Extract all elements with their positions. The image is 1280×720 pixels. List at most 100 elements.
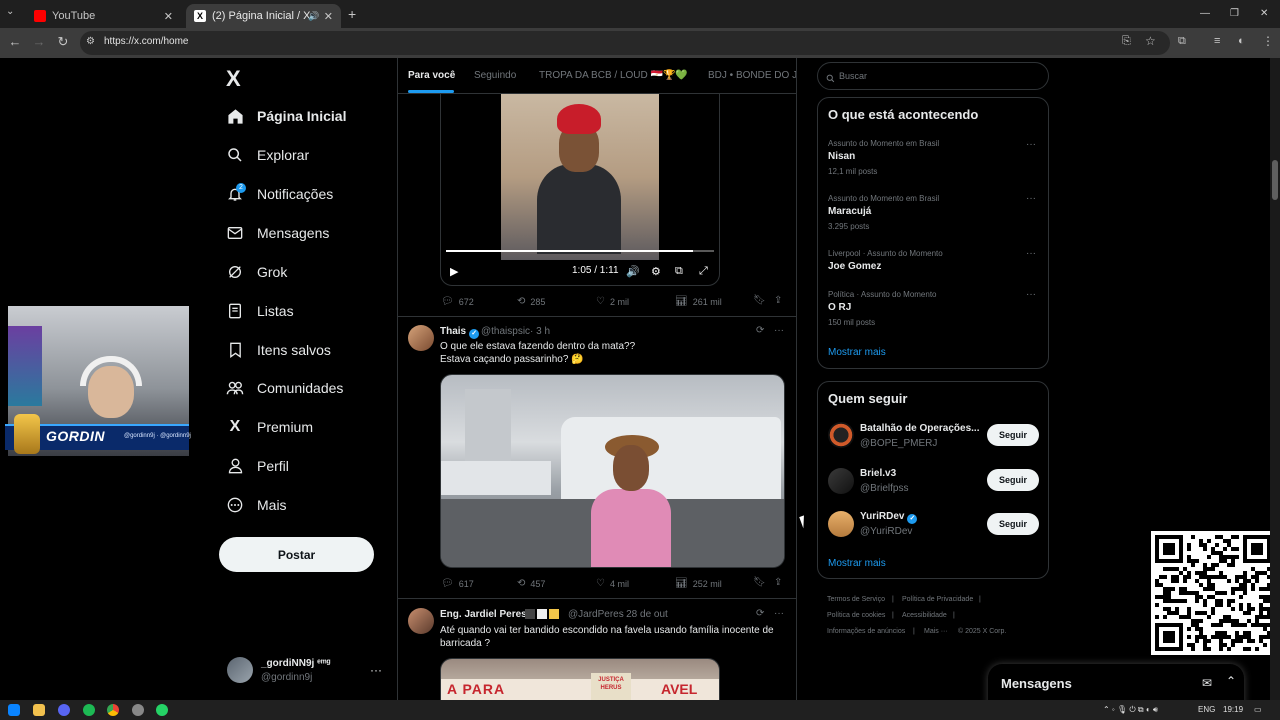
tray-icons[interactable]: ⌃ ◦ 🎙︎ ⏻ ⧉ ◐ 🔊︎ — [1103, 705, 1158, 715]
footer-more-link[interactable]: Mais ··· — [924, 628, 948, 635]
footer-terms-link[interactable]: Termos de Serviço — [827, 596, 885, 603]
chrome-icon[interactable] — [107, 704, 119, 716]
speaker-icon[interactable]: 🔊 — [308, 11, 319, 22]
fullscreen-icon[interactable]: ⤢ — [699, 265, 708, 278]
tab-x-home[interactable]: X (2) Página Inicial / X 🔊 ✕ — [186, 4, 341, 28]
trends-show-more-link[interactable]: Mostrar mais — [828, 347, 886, 358]
sidebar-item-lists[interactable]: Listas — [226, 296, 294, 326]
close-icon[interactable]: ✕ — [324, 10, 333, 23]
follow-suggestion-name[interactable]: YuriRDev ✓ — [860, 511, 980, 524]
tab-search-button[interactable]: ⌄ — [6, 6, 14, 17]
sidebar-item-profile[interactable]: Perfil — [226, 451, 289, 481]
sidebar-item-home[interactable]: Página Inicial — [226, 101, 346, 131]
file-explorer-icon[interactable] — [33, 704, 45, 716]
tweet-menu-icon[interactable]: ··· — [774, 608, 784, 619]
new-message-icon[interactable]: ✉ — [1202, 676, 1212, 690]
sidebar-item-messages[interactable]: Mensagens — [226, 218, 329, 248]
windows-start-icon[interactable] — [8, 704, 20, 716]
tweet-author-handle[interactable]: @thaispsic — [481, 326, 530, 337]
bookmark-button[interactable]: 🔖︎ — [753, 577, 771, 588]
views-button[interactable]: 📊︎ 261 mil — [675, 296, 722, 307]
whatsapp-icon[interactable] — [156, 704, 168, 716]
sidebar-item-premium[interactable]: X Premium — [226, 412, 313, 442]
repost-button[interactable]: ⟲ 457 — [517, 578, 545, 589]
trend-menu-icon[interactable]: ··· — [1026, 248, 1036, 259]
tab-for-you[interactable]: Para você — [408, 70, 455, 81]
reply-button[interactable]: 💬︎ 672 — [441, 296, 474, 307]
profile-icon[interactable]: ◐ — [1238, 35, 1245, 47]
footer-accessibility-link[interactable]: Acessibilidade — [902, 612, 947, 619]
tweet-author-name[interactable]: Thais ✓ — [440, 326, 480, 339]
reply-button[interactable]: 💬︎ 617 — [441, 578, 474, 589]
volume-icon[interactable]: 🔊 — [626, 265, 640, 278]
tweet-menu-icon[interactable]: ··· — [774, 325, 784, 336]
clock[interactable]: 19:19 — [1223, 705, 1243, 714]
menu-icon[interactable]: ⋮ — [1262, 34, 1274, 48]
play-icon[interactable]: ▶ — [450, 265, 458, 278]
tab-list-bdj[interactable]: BDJ • BONDE DO JO — [708, 70, 796, 81]
sidebar-item-more[interactable]: Mais — [226, 490, 287, 520]
page-scrollbar[interactable] — [1270, 58, 1280, 700]
minimize-button[interactable]: — — [1200, 8, 1210, 19]
account-menu-icon[interactable]: ··· — [370, 663, 382, 677]
sidebar-item-grok[interactable]: Grok — [226, 257, 287, 287]
restore-button[interactable]: ❐ — [1230, 8, 1239, 19]
url-text[interactable]: https://x.com/home — [104, 36, 188, 47]
chevron-up-icon[interactable]: ⌃ — [1226, 674, 1236, 688]
settings-icon[interactable]: ⚙ — [651, 265, 661, 278]
avatar[interactable] — [828, 468, 854, 494]
sidebar-item-explore[interactable]: Explorar — [226, 140, 309, 170]
tab-following[interactable]: Seguindo — [474, 70, 516, 81]
follow-show-more-link[interactable]: Mostrar mais — [828, 558, 886, 569]
sidebar-item-communities[interactable]: Comunidades — [226, 373, 343, 403]
tab-list-tropa[interactable]: TROPA DA BCB / LOUD 🇪🇬🏆💚 — [539, 70, 688, 81]
footer-privacy-link[interactable]: Política de Privacidade — [902, 596, 973, 603]
avatar[interactable] — [227, 657, 253, 683]
footer-cookies-link[interactable]: Política de cookies — [827, 612, 885, 619]
share-button[interactable]: ⇪ — [774, 577, 787, 588]
close-icon[interactable]: ✕ — [164, 10, 173, 23]
follow-suggestion-name[interactable]: Briel.v3 — [860, 468, 980, 479]
site-info-icon[interactable]: ⚙ — [86, 36, 95, 47]
trend-menu-icon[interactable]: ··· — [1026, 139, 1036, 150]
avatar[interactable] — [408, 325, 434, 351]
footer-ads-link[interactable]: Informações de anúncios — [827, 628, 905, 635]
follow-suggestion-name[interactable]: Batalhão de Operações... — [860, 423, 980, 434]
tweet-author-name[interactable]: Eng. Jardiel Peres — [440, 609, 527, 620]
avatar[interactable] — [828, 422, 854, 448]
install-app-icon[interactable]: ⎘ — [1122, 35, 1131, 48]
sidebar-item-bookmarks[interactable]: Itens salvos — [226, 335, 331, 365]
like-button[interactable]: ♡ 4 mil — [596, 578, 629, 589]
tab-youtube[interactable]: YouTube ✕ — [26, 4, 181, 28]
profile-name[interactable]: _gordiNN9j ᵉᵐᵍ — [261, 658, 330, 669]
trend-name[interactable]: Maracujá — [828, 206, 871, 217]
forward-button[interactable]: → — [30, 34, 48, 49]
trend-name[interactable]: Joe Gomez — [828, 261, 881, 272]
discord-icon[interactable] — [58, 704, 70, 716]
media-control-icon[interactable]: ≡ — [1214, 35, 1220, 47]
x-logo-icon[interactable]: X — [226, 66, 241, 92]
tweet-time[interactable]: · 3 h — [530, 326, 550, 337]
video-player[interactable] — [440, 94, 720, 286]
grok-explain-icon[interactable]: ⟳ — [756, 608, 764, 619]
bookmark-star-icon[interactable]: ☆ — [1145, 34, 1156, 48]
avatar[interactable] — [828, 511, 854, 537]
reload-button[interactable]: ↻ — [54, 34, 72, 50]
views-button[interactable]: 📊︎ 252 mil — [675, 578, 722, 589]
tweet-time[interactable]: · 28 de out — [620, 609, 668, 620]
grok-explain-icon[interactable]: ⟳ — [756, 325, 764, 336]
tweet-author-handle[interactable]: @JardPeres — [568, 609, 624, 620]
app-icon[interactable] — [132, 704, 144, 716]
scrollbar-thumb[interactable] — [1272, 160, 1278, 200]
trend-menu-icon[interactable]: ··· — [1026, 193, 1036, 204]
picture-in-picture-icon[interactable]: ⧉ — [675, 265, 683, 278]
trend-name[interactable]: Nisan — [828, 151, 855, 162]
back-button[interactable]: ← — [6, 34, 24, 49]
follow-button[interactable]: Seguir — [987, 513, 1039, 535]
trend-menu-icon[interactable]: ··· — [1026, 289, 1036, 300]
window-close-button[interactable]: ✕ — [1260, 8, 1268, 19]
bookmark-button[interactable]: 🔖︎ — [753, 295, 771, 306]
spotify-icon[interactable] — [83, 704, 95, 716]
tweet-media-image[interactable] — [440, 374, 785, 568]
new-tab-button[interactable]: + — [348, 6, 356, 22]
